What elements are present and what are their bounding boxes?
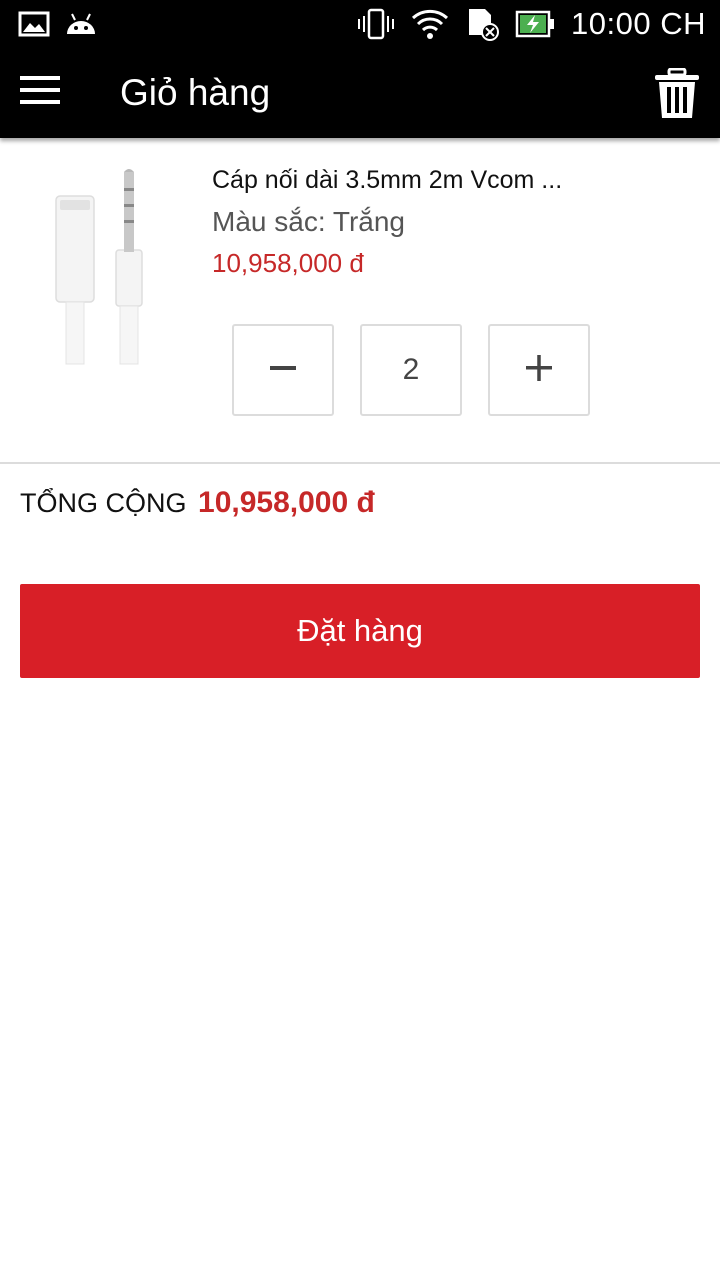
product-price: 10,958,000 đ <box>212 248 364 278</box>
plus-icon <box>526 354 552 386</box>
cart-item: Cáp nối dài 3.5mm 2m Vcom ... Màu sắc: T… <box>0 138 720 463</box>
menu-button[interactable] <box>20 74 60 114</box>
status-bar: 10:00 CH <box>0 0 720 50</box>
sd-card-error-icon <box>465 7 500 41</box>
quantity-field[interactable]: 2 <box>360 324 462 416</box>
total-label: TỔNG CỘNG <box>20 488 187 518</box>
trash-icon <box>654 67 700 124</box>
menu-icon <box>20 76 60 118</box>
page-title: Giỏ hàng <box>120 72 271 113</box>
status-bar-right: 10:00 CH <box>357 6 706 42</box>
divider <box>0 462 720 464</box>
gallery-icon <box>18 11 50 37</box>
status-bar-left <box>18 10 98 38</box>
total-value: 10,958,000 đ <box>198 486 375 519</box>
android-icon <box>64 10 98 38</box>
minus-icon <box>270 355 296 386</box>
place-order-button[interactable]: Đặt hàng <box>20 584 700 678</box>
product-variant: Màu sắc: Trắng <box>212 206 405 237</box>
app-bar: Giỏ hàng <box>0 50 720 138</box>
battery-charging-icon <box>515 9 555 39</box>
wifi-icon <box>411 8 449 40</box>
vibrate-icon <box>357 8 395 40</box>
increase-quantity-button[interactable] <box>488 324 590 416</box>
product-image[interactable] <box>40 166 160 366</box>
status-time: 10:00 CH <box>571 6 706 41</box>
decrease-quantity-button[interactable] <box>232 324 334 416</box>
delete-cart-button[interactable] <box>654 67 700 120</box>
product-name[interactable]: Cáp nối dài 3.5mm 2m Vcom ... <box>212 166 562 195</box>
order-total: TỔNG CỘNG 10,958,000 đ <box>20 486 375 520</box>
